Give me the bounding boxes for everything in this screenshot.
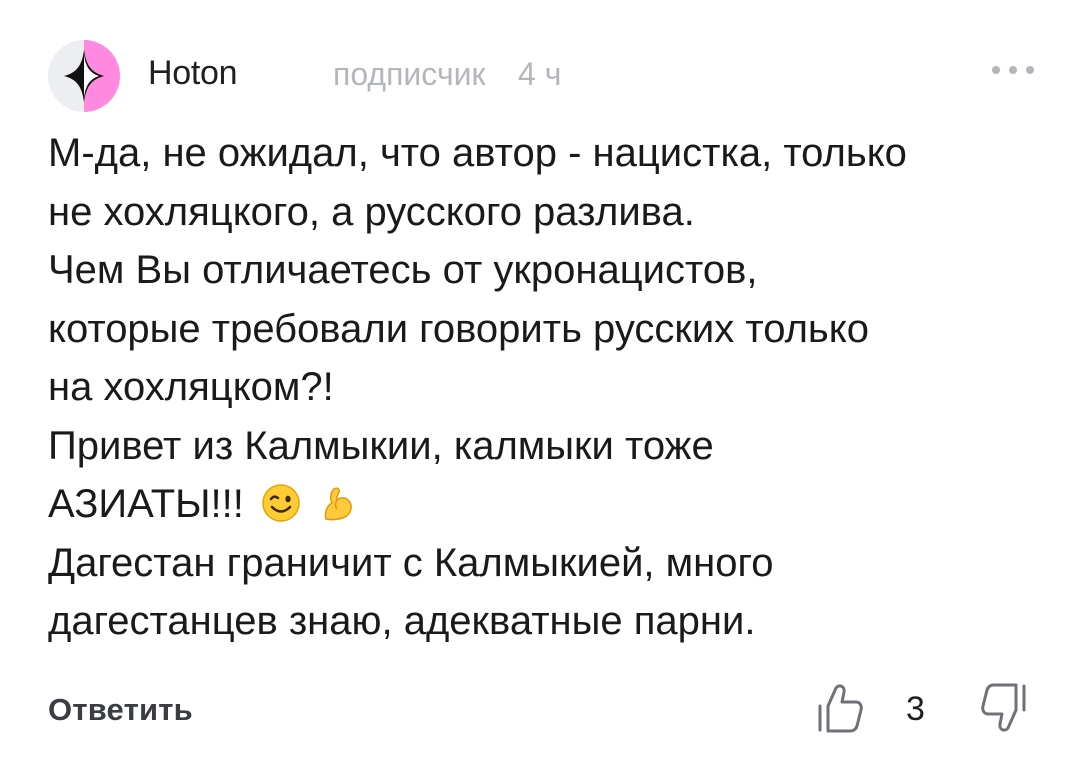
winking-face-emoji xyxy=(262,484,300,522)
comment-line: Привет из Калмыкии, калмыки тоже xyxy=(48,423,714,468)
comment-line: Чем Вы отличаетесь от укронацистов, xyxy=(48,248,758,292)
comment-line: не хохляцкого, а русского разлива. xyxy=(48,189,695,234)
avatar[interactable] xyxy=(48,40,120,112)
flexed-biceps-emoji xyxy=(324,487,352,521)
author-name[interactable]: Hoton xyxy=(148,54,238,93)
comment-header: Hoton подписчик 4 ч xyxy=(48,40,1038,112)
comment-text: М-да, не ожидал, что автор - нацистка, т… xyxy=(48,124,1048,651)
comment-line: Дагестан граничит с Калмыкией, много xyxy=(48,540,774,585)
reply-button[interactable]: Ответить xyxy=(48,692,193,728)
like-count: 3 xyxy=(906,690,925,728)
comment-line: дагестанцев знаю, адекватные парни. xyxy=(48,599,756,643)
author-role: подписчик xyxy=(333,56,486,92)
comment-line: М-да, не ожидал, что автор - нацистка, т… xyxy=(48,131,907,175)
more-dots-icon[interactable] xyxy=(988,54,1038,84)
comment-time: 4 ч xyxy=(518,56,562,92)
comment-line-with-emoji: АЗИАТЫ!!! xyxy=(48,475,1048,534)
thumbs-up-icon[interactable] xyxy=(814,680,866,736)
comment-line: на хохляцком?! xyxy=(48,365,334,409)
comment-actions: Ответить 3 xyxy=(48,680,1038,744)
comment-line: которые требовали говорить русских тольк… xyxy=(48,306,869,351)
comment-line: АЗИАТЫ!!! xyxy=(48,482,244,526)
thumbs-down-icon[interactable] xyxy=(978,680,1030,736)
avatar-star-icon xyxy=(64,40,120,112)
